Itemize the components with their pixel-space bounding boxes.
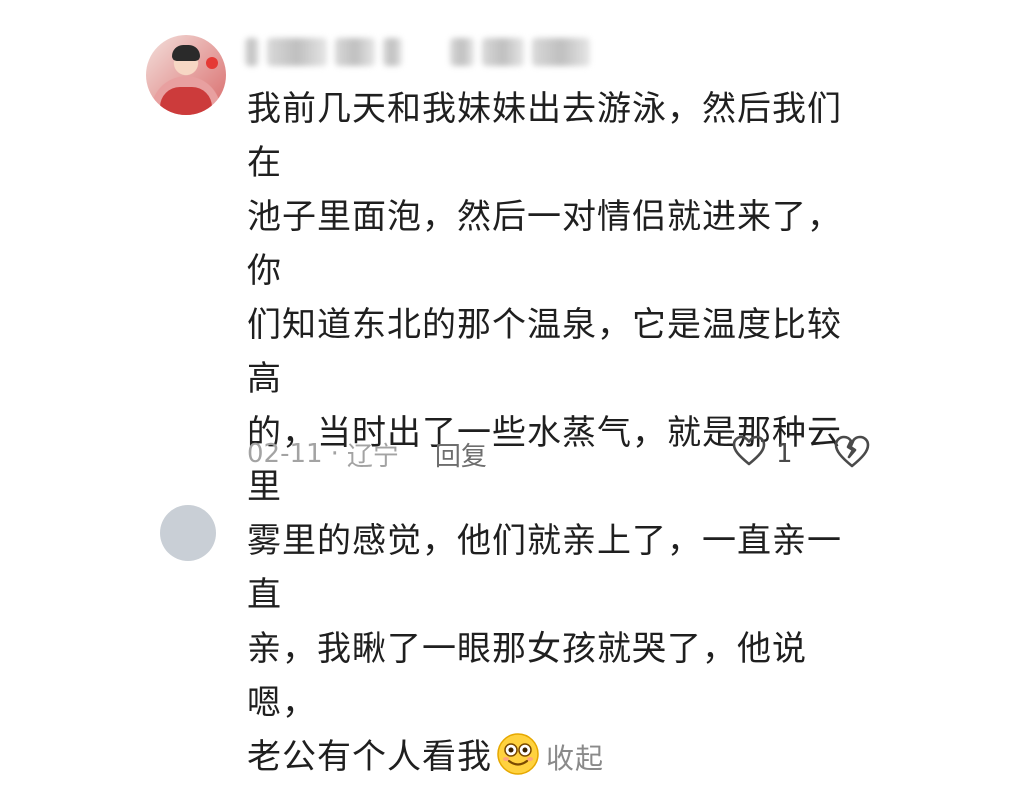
blur-segment — [382, 38, 403, 66]
like-button[interactable]: 1 — [732, 432, 793, 476]
comment-line: 们知道东北的那个温泉，它是温度比较高 — [247, 305, 842, 399]
collapse-button[interactable]: 收起 — [546, 742, 604, 775]
heart-outline-icon — [732, 435, 766, 474]
comment-date: 02-11 — [247, 439, 323, 469]
blur-segment — [532, 38, 591, 66]
username-blurred[interactable] — [245, 32, 591, 72]
blur-segment — [450, 38, 475, 66]
comment-line: 雾里的感觉，他们就亲上了，一直亲一直 — [247, 521, 842, 615]
broken-heart-icon — [834, 435, 870, 473]
avatar-badge — [206, 57, 218, 69]
meta-separator: · — [330, 439, 339, 469]
avatar-shirt — [160, 87, 212, 115]
dislike-button[interactable] — [834, 432, 870, 476]
comment-location: 辽宁 — [346, 441, 399, 472]
comment-line: 我前几天和我妹妹出去游泳，然后我们在 — [247, 89, 842, 183]
comment-line: 池子里面泡，然后一对情侣就进来了，你 — [247, 197, 842, 291]
commenter-avatar[interactable] — [146, 35, 226, 115]
comment-line: 亲，我瞅了一眼那女孩就哭了，他说嗯， — [247, 629, 807, 723]
blur-segment — [334, 38, 375, 66]
smiley-emoji-icon — [496, 732, 540, 776]
like-count: 1 — [776, 439, 793, 469]
blur-segment — [482, 38, 525, 66]
blur-segment — [266, 38, 327, 66]
blur-segment — [245, 38, 259, 66]
avatar-hair — [172, 45, 200, 61]
next-comment-avatar[interactable] — [160, 505, 216, 561]
comment-last-line: 老公有个人看我 收起 — [247, 730, 867, 786]
comment-line: 老公有个人看我 — [247, 737, 492, 777]
reply-button[interactable]: 回复 — [435, 436, 487, 473]
